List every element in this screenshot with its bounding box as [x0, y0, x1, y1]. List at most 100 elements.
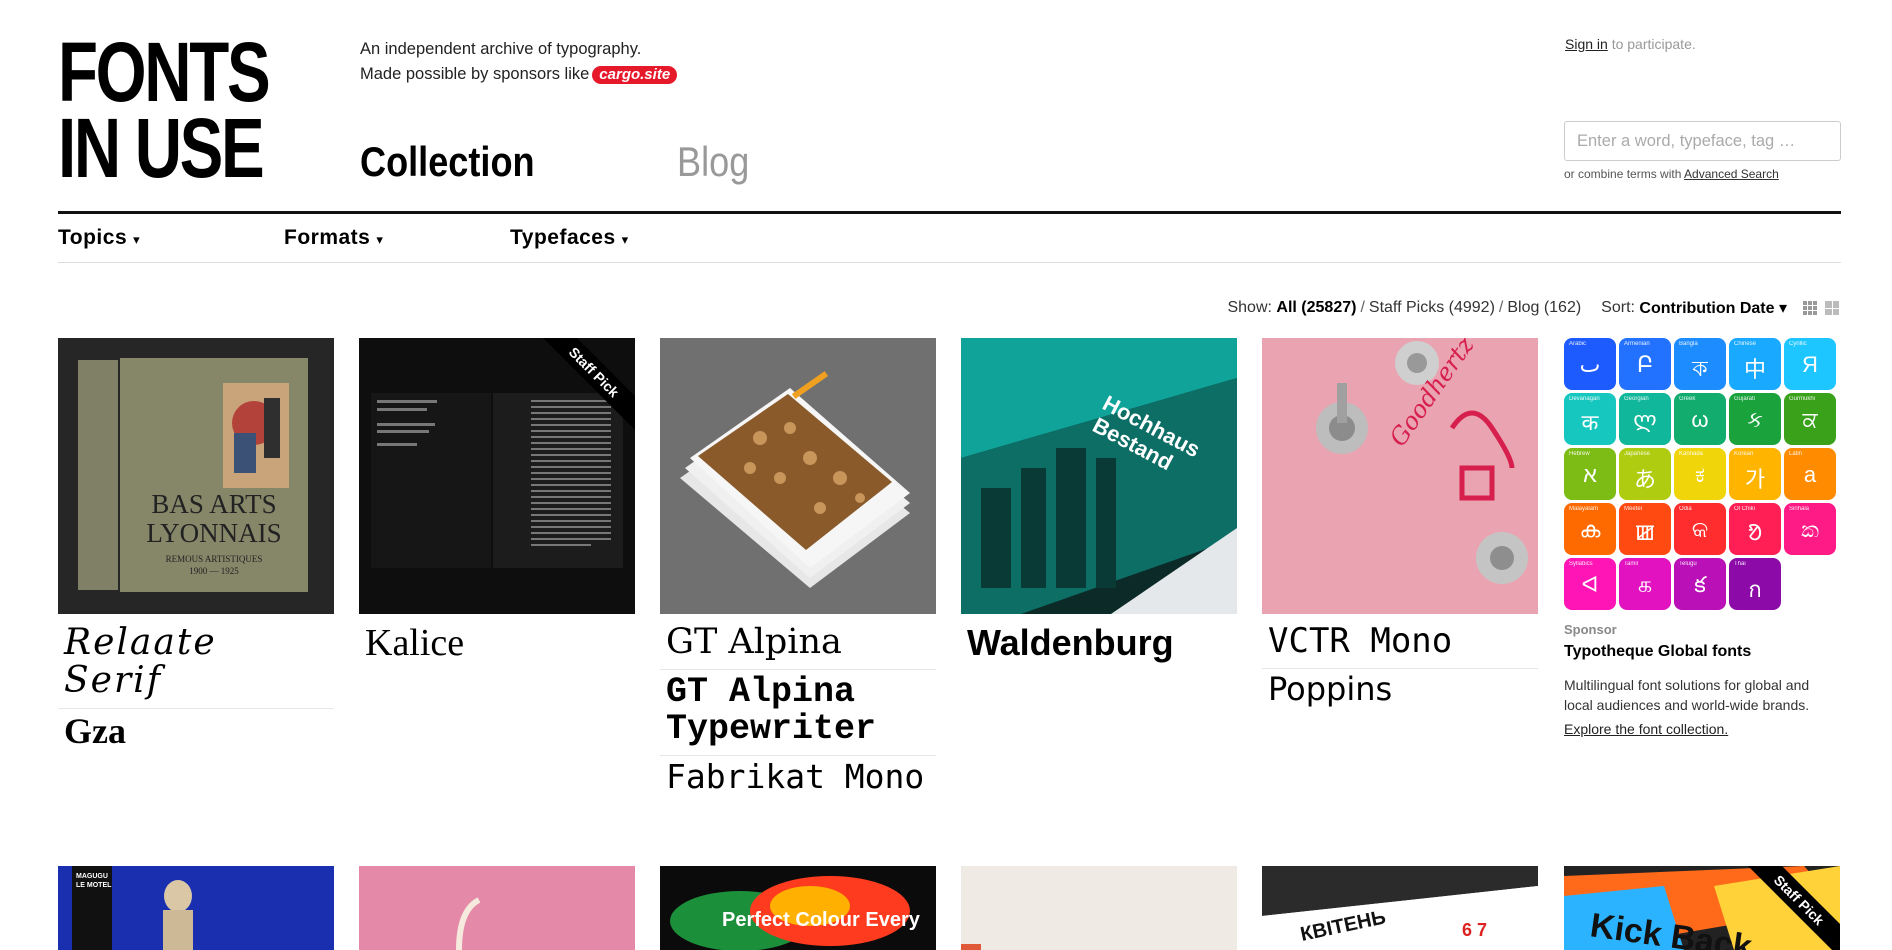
script-name: Chinese — [1734, 341, 1757, 347]
typeface-link[interactable]: Poppins — [1262, 669, 1538, 715]
gallery-card[interactable]: Staff Pick Kalice — [359, 338, 635, 672]
card-typefaces: VCTR Mono Poppins — [1262, 620, 1538, 714]
formats-menu[interactable]: Formats ▾ — [284, 226, 510, 250]
script-name: Japanese — [1624, 451, 1651, 457]
typeface-link[interactable]: Waldenburg — [961, 620, 1237, 670]
script-tile: Greek ω — [1674, 393, 1726, 445]
script-tile: Chinese 中 — [1729, 338, 1781, 390]
script-grid-ad[interactable]: Arabic ٮ Armenian Բ Bangla ক Chinese 中 Cyrillic Я… — [1564, 338, 1840, 610]
signin-prompt: Sign in to participate. — [1565, 36, 1696, 52]
svg-text:BAS ARTS: BAS ARTS — [151, 489, 276, 519]
sign-in-link[interactable]: Sign in — [1565, 36, 1608, 52]
search-hint: or combine terms with Advanced Search — [1564, 167, 1779, 181]
advanced-search-link[interactable]: Advanced Search — [1684, 167, 1779, 181]
staff-pick-label: Staff Pick — [532, 338, 635, 434]
card-thumbnail[interactable]: Perfect Colour Every — [660, 866, 936, 950]
typefaces-menu[interactable]: Typefaces ▾ — [510, 226, 736, 250]
typeface-link[interactable]: Relaate Serif — [58, 620, 334, 709]
typeface-link[interactable]: Gza — [58, 709, 334, 759]
gallery-card[interactable]: Hochhaus Bestand Waldenburg — [961, 338, 1237, 670]
script-glyph: ꯀ — [1634, 520, 1656, 545]
script-glyph: ਕ — [1802, 407, 1818, 432]
typeface-link[interactable]: VCTR Mono — [1262, 620, 1538, 669]
gallery-card[interactable]: Goodhertz VCTR Mono Poppins — [1262, 338, 1538, 714]
script-glyph: ω — [1691, 407, 1709, 432]
card-thumbnail[interactable]: Goodhertz — [1262, 338, 1538, 614]
script-tile: Latin a — [1784, 448, 1836, 500]
search-hint-text: or combine terms with — [1564, 167, 1685, 181]
script-glyph: க — [1637, 572, 1653, 597]
gallery-card[interactable]: GT Alpina GT Alpina Typewriter Fabrikat … — [660, 338, 936, 803]
filter-all[interactable]: All (25827) — [1276, 299, 1356, 317]
script-glyph: ᐊ — [1581, 572, 1599, 597]
card-typefaces: GT Alpina GT Alpina Typewriter Fabrikat … — [660, 620, 936, 803]
card-thumbnail[interactable] — [359, 866, 635, 950]
site-logo[interactable]: FONTS IN USE — [58, 30, 271, 190]
card-thumbnail[interactable]: Hochhaus Bestand — [961, 338, 1237, 614]
typeface-link[interactable]: GT Alpina Typewriter — [660, 670, 936, 757]
calendar-image: КВІТЕНЬ 6 7 — [1262, 866, 1538, 950]
cargo-sponsor-link[interactable]: cargo.site — [592, 65, 678, 84]
script-glyph: 中 — [1743, 357, 1766, 382]
script-glyph: א — [1583, 462, 1597, 487]
sort-dropdown[interactable]: Contribution Date ▾ — [1639, 298, 1787, 318]
nav-collection[interactable]: Collection — [360, 138, 535, 186]
script-name: Bangla — [1679, 341, 1698, 347]
script-tile: Tamil க — [1619, 558, 1671, 610]
topics-menu[interactable]: Topics ▾ — [58, 226, 284, 250]
sponsor-explore-link[interactable]: Explore the font collection. — [1564, 721, 1840, 737]
card-thumbnail[interactable]: Staff Pick — [359, 338, 635, 614]
filter-blog[interactable]: Blog (162) — [1507, 299, 1581, 317]
script-name: Georgian — [1624, 396, 1649, 402]
sort-label: Sort: — [1601, 299, 1635, 316]
script-name: Thai — [1734, 561, 1746, 567]
script-tile: Syllabics ᐊ — [1564, 558, 1616, 610]
svg-text:1900 — 1925: 1900 — 1925 — [189, 566, 239, 576]
search-input[interactable] — [1564, 121, 1841, 161]
card-thumbnail[interactable] — [961, 866, 1237, 950]
script-glyph: ক — [1692, 356, 1708, 381]
nav-blog[interactable]: Blog — [677, 138, 749, 186]
script-tile: Japanese あ — [1619, 448, 1671, 500]
script-glyph: ക — [1579, 517, 1601, 542]
sponsor-panel: Arabic ٮ Armenian Բ Bangla ক Chinese 中 Cyrillic Я… — [1564, 338, 1840, 737]
svg-text:LYONNAIS: LYONNAIS — [146, 518, 281, 548]
grid-small-icon[interactable] — [1801, 299, 1819, 317]
script-glyph: କ — [1691, 517, 1709, 542]
script-tile: Georgian ლ — [1619, 393, 1671, 445]
script-glyph: あ — [1633, 467, 1656, 492]
svg-text:6 7: 6 7 — [1462, 920, 1487, 940]
script-tile: Gurmukhi ਕ — [1784, 393, 1836, 445]
script-name: Greek — [1679, 396, 1696, 402]
card-thumbnail[interactable]: MAGUGU LE MOTEL — [58, 866, 334, 950]
script-glyph: ක — [1801, 517, 1819, 542]
script-name: Tamil — [1624, 561, 1639, 567]
card-thumbnail[interactable]: BAS ARTS LYONNAIS REMOUS ARTISTIQUES 190… — [58, 338, 334, 614]
typeface-link[interactable]: Kalice — [359, 620, 635, 672]
card-thumbnail[interactable] — [660, 338, 936, 614]
sponsor-description: Multilingual font solutions for global a… — [1564, 677, 1810, 713]
filter-bar: Show: All (25827) / Staff Picks (4992) /… — [1227, 298, 1841, 318]
chevron-down-icon: ▾ — [376, 232, 384, 247]
grid-large-icon[interactable] — [1823, 299, 1841, 317]
view-toggle — [1801, 299, 1841, 317]
script-tile: Kannada ಕ — [1674, 448, 1726, 500]
svg-text:LE MOTEL: LE MOTEL — [76, 882, 112, 889]
card-thumbnail[interactable]: Kick Back Staff Pick — [1564, 866, 1840, 950]
script-tile: Gujarati ક — [1729, 393, 1781, 445]
script-glyph: a — [1803, 462, 1817, 487]
script-glyph: క — [1694, 572, 1706, 597]
card-thumbnail[interactable]: КВІТЕНЬ 6 7 — [1262, 866, 1538, 950]
topics-label: Topics — [58, 226, 128, 249]
sponsor-name[interactable]: Typotheque Global fonts — [1564, 643, 1840, 661]
script-tile: Arabic ٮ — [1564, 338, 1616, 390]
script-name: Malayalam — [1569, 506, 1599, 512]
typeface-link[interactable]: GT Alpina — [660, 620, 936, 670]
filter-staff-picks[interactable]: Staff Picks (4992) — [1369, 299, 1495, 317]
script-glyph: ᱚ — [1747, 520, 1763, 545]
script-tile: Bangla ক — [1674, 338, 1726, 390]
script-name: Syllabics — [1569, 561, 1593, 567]
typeface-link[interactable]: Fabrikat Mono — [660, 756, 936, 803]
script-tile: Odia କ — [1674, 503, 1726, 555]
gallery-card[interactable]: BAS ARTS LYONNAIS REMOUS ARTISTIQUES 190… — [58, 338, 334, 758]
